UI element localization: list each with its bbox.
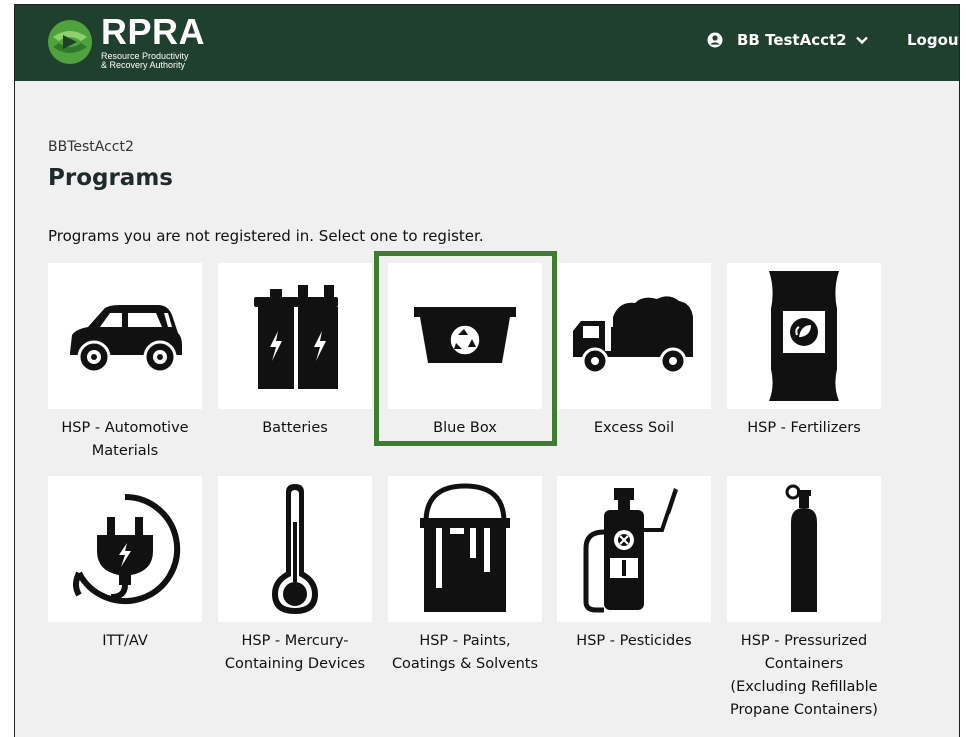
- page-title: Programs: [48, 165, 173, 191]
- sprayer-icon: [583, 488, 678, 613]
- paint-can-icon: [420, 483, 510, 612]
- plug-icon: [73, 493, 181, 604]
- brand-subtitle-line2: & Recovery Authority: [101, 60, 186, 70]
- breadcrumb[interactable]: BBTestAcct2: [48, 139, 134, 155]
- rpra-logo-icon: [48, 20, 92, 64]
- dump-truck-icon: [573, 296, 693, 375]
- top-navigation-bar: RPRA Resource Productivity & Recovery Au…: [15, 5, 959, 81]
- fertilizer-bag-icon: [769, 271, 839, 401]
- program-label: HSP - Pesticides: [576, 633, 692, 649]
- battery-icon: [254, 285, 338, 389]
- selected-program-highlight: [374, 251, 557, 446]
- program-label: HSP - Automotive Materials: [61, 420, 189, 459]
- program-label: HSP - Mercury-Containing Devices: [224, 633, 366, 672]
- program-tile-automotive[interactable]: HSP - Automotive Materials: [48, 263, 202, 463]
- program-tile-pesticides[interactable]: HSP - Pesticides: [557, 476, 711, 653]
- rpra-logo[interactable]: RPRA Resource Productivity & Recovery Au…: [45, 9, 205, 75]
- gas-cylinder-icon: [785, 484, 817, 612]
- program-tile-itt-av[interactable]: ITT/AV: [48, 476, 202, 653]
- user-name: BB TestAcct2: [737, 31, 847, 49]
- program-tile-mercury-devices[interactable]: HSP - Mercury-Containing Devices: [218, 476, 372, 676]
- program-tile-paints[interactable]: HSP - Paints, Coatings & Solvents: [388, 476, 542, 676]
- program-tile-batteries[interactable]: Batteries: [218, 263, 372, 440]
- user-avatar-icon: [707, 32, 723, 48]
- program-tile-excess-soil[interactable]: Excess Soil: [557, 263, 711, 440]
- program-tile-pressurized-containers[interactable]: HSP - Pressurized Containers (Excluding …: [727, 476, 881, 722]
- program-label: Batteries: [262, 420, 328, 436]
- car-icon: [70, 305, 182, 374]
- user-menu[interactable]: BB TestAcct2: [707, 31, 869, 49]
- app-window: RPRA Resource Productivity & Recovery Au…: [14, 4, 960, 737]
- program-tile-fertilizers[interactable]: HSP - Fertilizers: [727, 263, 881, 440]
- program-label: ITT/AV: [102, 633, 148, 649]
- page-subtitle: Programs you are not registered in. Sele…: [48, 227, 484, 245]
- program-label: HSP - Paints, Coatings & Solvents: [391, 633, 539, 672]
- logout-link[interactable]: Logout: [907, 31, 959, 49]
- program-label: HSP - Pressurized Containers (Excluding …: [730, 633, 878, 718]
- thermometer-icon: [272, 484, 318, 614]
- brand-name: RPRA: [101, 11, 206, 52]
- chevron-down-icon: [855, 36, 868, 45]
- program-label: Excess Soil: [593, 420, 675, 436]
- program-label: HSP - Fertilizers: [747, 420, 861, 436]
